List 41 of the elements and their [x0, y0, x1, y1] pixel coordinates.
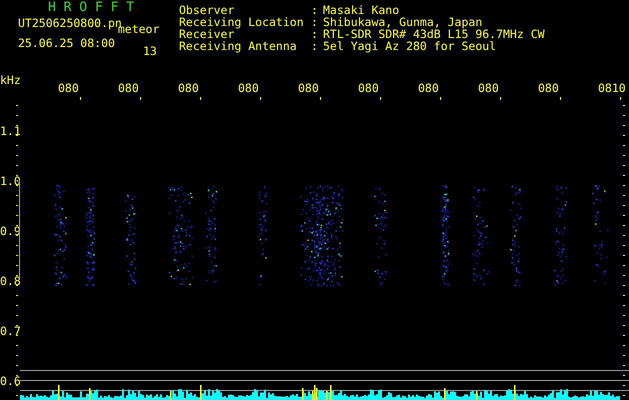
info-value: 5el Yagi Az 280 for Seoul — [323, 40, 498, 52]
time-label: 080 — [478, 81, 499, 95]
info-label: Receiving Antenna — [179, 40, 298, 52]
time-tick — [320, 97, 321, 100]
info-label: Observer — [179, 4, 236, 16]
info-separator: : — [311, 16, 319, 28]
info-label: Receiver — [179, 28, 234, 40]
time-tick — [260, 97, 261, 100]
date-time: 25.06.25 08:00 — [18, 36, 115, 52]
time-label: 080 — [58, 81, 79, 95]
time-label: 080 — [298, 81, 319, 95]
app-title: H R O F F T — [47, 0, 136, 16]
time-label: 0810 — [598, 81, 626, 95]
frequency-label: 0.8 — [0, 274, 21, 288]
time-tick — [380, 97, 381, 100]
info-separator: : — [311, 4, 319, 16]
info-label: Receiving Location — [179, 16, 305, 28]
time-tick — [140, 97, 141, 100]
time-label: 080 — [238, 81, 259, 95]
event-count: 13 — [142, 44, 157, 58]
info-separator: : — [311, 40, 319, 52]
frequency-label: 0.6 — [0, 374, 21, 388]
time-tick — [200, 97, 201, 100]
info-separator: : — [311, 28, 319, 40]
frequency-label: 1.1 — [0, 124, 21, 138]
time-tick — [560, 97, 561, 100]
time-label: 080 — [358, 81, 379, 95]
time-tick — [620, 97, 621, 100]
category-label: meteor — [118, 22, 160, 36]
info-value: Masaki Kano — [323, 4, 400, 16]
info-value: Shibukawa, Gunma, Japan — [323, 16, 484, 28]
time-label: 080 — [118, 81, 139, 95]
time-tick — [440, 97, 441, 100]
time-label: 080 — [538, 81, 559, 95]
info-value: RTL-SDR SDR# 43dB L15 96.7MHz CW — [323, 28, 545, 40]
unit-label: kHz — [0, 75, 21, 87]
time-label: 080 — [178, 81, 199, 95]
time-tick — [80, 97, 81, 100]
time-label: 080 — [418, 81, 439, 95]
time-tick — [500, 97, 501, 100]
frequency-label: 0.7 — [0, 324, 21, 338]
